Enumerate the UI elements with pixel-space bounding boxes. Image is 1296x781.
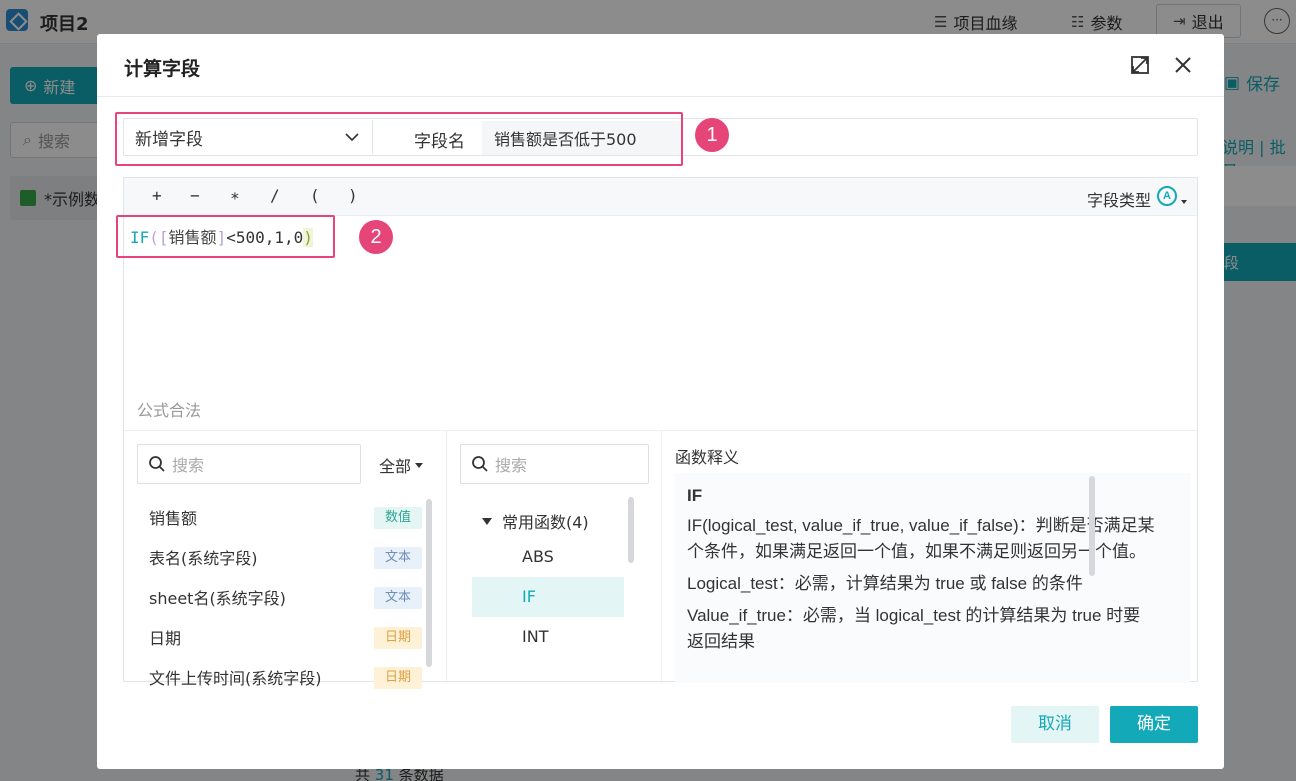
function-item-int[interactable]: INT	[472, 617, 624, 657]
maximize-icon[interactable]	[1129, 54, 1151, 76]
field-type-tag: 文本	[374, 587, 422, 609]
close-icon[interactable]	[1172, 54, 1194, 76]
fields-scrollbar[interactable]	[426, 499, 432, 667]
operator-divide[interactable]: /	[270, 186, 280, 205]
definition-pane: 函数释义 IF IF(logical_test, value_if_true, …	[662, 431, 1199, 683]
definition-scrollbar[interactable]	[1089, 476, 1095, 576]
search-icon	[149, 456, 165, 472]
definition-line: IF(logical_test, value_if_true, value_if…	[687, 516, 1155, 561]
definition-function-name: IF	[687, 486, 703, 505]
functions-search-placeholder: 搜索	[495, 456, 528, 475]
operator-close-paren[interactable]: )	[348, 186, 358, 205]
functions-scrollbar[interactable]	[628, 497, 634, 563]
field-item[interactable]: 销售额	[149, 505, 197, 529]
operator-plus[interactable]: +	[152, 186, 162, 205]
function-group-label: 常用函数(4)	[502, 513, 589, 532]
fields-search-placeholder: 搜索	[172, 456, 205, 475]
field-type-tag: 日期	[374, 667, 422, 689]
annotation-box-1	[115, 112, 683, 166]
operator-toolbar: + − ∗ / ( ) 字段类型 A	[124, 178, 1197, 216]
operator-minus[interactable]: −	[190, 186, 200, 205]
field-item[interactable]: sheet名(系统字段)	[149, 585, 286, 609]
caret-down-icon	[482, 517, 492, 525]
definition-text: IF IF(logical_test, value_if_true, value…	[687, 483, 1157, 661]
dialog-title: 计算字段	[124, 58, 201, 80]
field-type-label: 字段类型	[1086, 191, 1151, 210]
caret-down-icon	[415, 462, 424, 468]
definition-box: IF IF(logical_test, value_if_true, value…	[675, 473, 1190, 683]
formula-validation: 公式合法	[137, 401, 202, 420]
field-type-tag: 数值	[374, 507, 422, 529]
field-type-caret-icon	[1181, 200, 1187, 204]
function-item-if[interactable]: IF	[472, 577, 624, 617]
field-item[interactable]: 文件上传时间(系统字段)	[149, 665, 322, 689]
field-filter-dropdown[interactable]: 全部	[379, 453, 424, 477]
operator-multiply[interactable]: ∗	[230, 186, 240, 205]
field-filter-label: 全部	[379, 457, 412, 476]
annotation-box-2	[116, 215, 335, 258]
search-icon	[472, 456, 488, 472]
fields-search-input[interactable]: 搜索	[137, 444, 361, 484]
field-type-tag: 文本	[374, 547, 422, 569]
function-group[interactable]: 常用函数(4)	[482, 509, 589, 533]
dialog-divider	[97, 96, 1224, 97]
functions-pane: 搜索 常用函数(4) ABS IF INT	[447, 431, 662, 683]
functions-search-input[interactable]: 搜索	[460, 444, 649, 484]
definition-line: Value_if_true：必需，当 logical_test 的计算结果为 t…	[687, 606, 1141, 651]
definition-line: Logical_test：必需，计算结果为 true 或 false 的条件	[687, 574, 1083, 593]
field-type-icon[interactable]: A	[1157, 186, 1177, 206]
cancel-button[interactable]: 取消	[1011, 706, 1099, 743]
field-type-tag: 日期	[374, 627, 422, 649]
annotation-badge-1: 1	[695, 118, 729, 152]
fields-pane: 搜索 全部 销售额 数值 表名(系统字段) 文本 sheet名(系统字段) 文本…	[124, 431, 447, 689]
definition-title: 函数释义	[675, 448, 740, 467]
confirm-button[interactable]: 确定	[1110, 706, 1198, 743]
field-item[interactable]: 表名(系统字段)	[149, 545, 258, 569]
function-item-abs[interactable]: ABS	[472, 537, 624, 577]
calculated-field-dialog: 计算字段 新增字段 字段名 1 + − ∗ / ( ) 字段类型 A I	[97, 34, 1224, 769]
operator-open-paren[interactable]: (	[310, 186, 320, 205]
annotation-badge-2: 2	[359, 220, 393, 254]
field-item[interactable]: 日期	[149, 625, 181, 649]
